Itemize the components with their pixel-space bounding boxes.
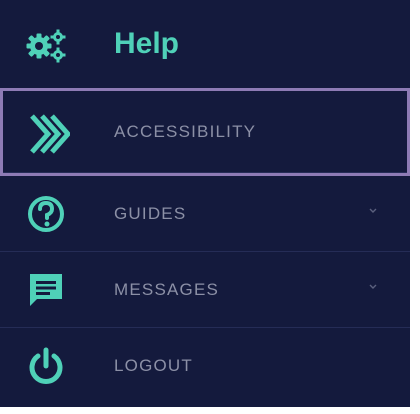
double-chevron-right-icon — [26, 112, 70, 154]
menu-item-logout[interactable]: LOGOUT — [0, 328, 410, 404]
menu-item-label: LOGOUT — [114, 356, 193, 375]
message-icon — [26, 270, 66, 310]
menu-item-label: GUIDES — [114, 204, 187, 223]
chevron-down-icon[interactable] — [368, 282, 378, 292]
page-title: Help — [114, 27, 180, 60]
question-circle-icon — [26, 194, 66, 234]
menu-item-label: ACCESSIBILITY — [114, 122, 257, 141]
help-menu: Help ACCESSIBILITY GUIDES MESSAGES LOGOU… — [0, 0, 410, 407]
menu-item-messages[interactable]: MESSAGES — [0, 252, 410, 328]
menu-item-label: MESSAGES — [114, 280, 220, 299]
gears-icon — [26, 26, 66, 66]
menu-item-guides[interactable]: GUIDES — [0, 176, 410, 252]
menu-item-accessibility[interactable]: ACCESSIBILITY — [0, 88, 410, 176]
menu-header: Help — [0, 0, 410, 88]
chevron-down-icon[interactable] — [368, 206, 378, 216]
power-icon — [26, 346, 66, 386]
